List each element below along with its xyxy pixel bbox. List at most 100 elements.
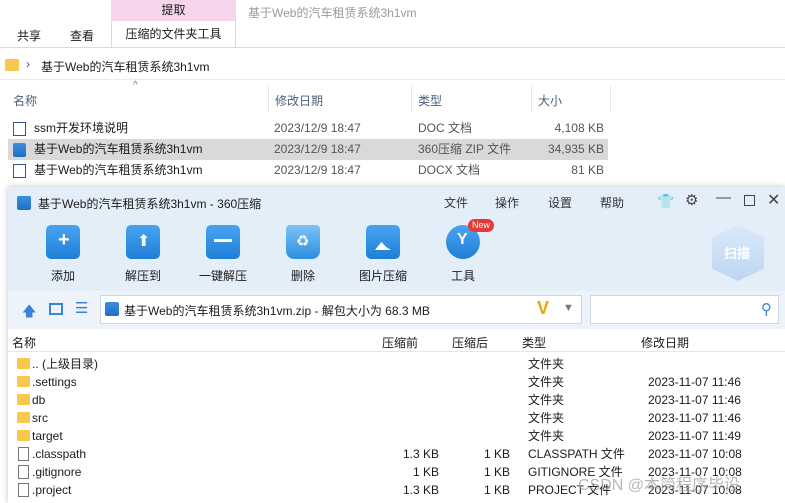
zip-archive-icon [13, 143, 26, 157]
file-name: 基于Web的汽车租赁系统3h1vm [34, 142, 203, 156]
gear-icon[interactable]: ⚙ [685, 191, 698, 209]
zip-cell-modified: 2023-11-07 11:49 [648, 429, 741, 443]
zip-path-text: 基于Web的汽车租赁系统3h1vm.zip - 解包大小为 68.3 MB [124, 304, 430, 318]
zip-folder-row[interactable]: src 文件夹 2023-11-07 11:46 [8, 409, 785, 427]
zip-folder-row[interactable]: .settings 文件夹 2023-11-07 11:46 [8, 373, 785, 391]
tool-label: 工具 [450, 269, 475, 283]
delete-icon: ♻ [286, 225, 320, 259]
zip-cell-type: 文件夹 [528, 429, 565, 443]
zip-cell-type: CLASSPATH 文件 [528, 447, 625, 461]
minimize-icon[interactable]: — [716, 189, 731, 206]
word-doc-icon [13, 122, 26, 136]
menu-help[interactable]: 帮助 [600, 194, 624, 211]
chevron-right-icon[interactable]: › [26, 57, 30, 71]
menu-settings[interactable]: 设置 [548, 194, 572, 211]
tool-label: 图片压缩 [358, 269, 407, 283]
up-arrow-icon[interactable]: 🡅 [22, 301, 36, 325]
zip-path-field[interactable]: 基于Web的汽车租赁系统3h1vm.zip - 解包大小为 68.3 MB V … [100, 295, 582, 324]
menu-operate[interactable]: 操作 [495, 194, 519, 211]
tool-label: 一键解压 [198, 269, 247, 283]
file-modified: 2023/12/9 18:47 [274, 142, 361, 156]
zip-cell-before: 1 KB [412, 465, 439, 479]
folder-icon [17, 394, 30, 405]
folder-icon [17, 412, 30, 423]
file-icon [18, 447, 29, 461]
tool-add-button[interactable]: + 添加 [30, 225, 96, 284]
menu-file[interactable]: 文件 [444, 194, 468, 211]
zip-search-input[interactable]: ⚲ [590, 295, 779, 324]
zip-cell-after: 1 KB [483, 483, 510, 497]
file-size: 4,108 KB [554, 121, 604, 135]
close-icon[interactable]: ✕ [767, 190, 780, 210]
image-compress-icon [366, 225, 400, 259]
zip-cell-after: 1 KB [483, 465, 510, 479]
zip-column-after[interactable]: 压缩后 [452, 334, 488, 351]
file-name: ssm开发环境说明 [34, 121, 128, 135]
file-row-selected[interactable]: 基于Web的汽车租赁系统3h1vm 2023/12/9 18:47 360压缩 … [8, 139, 608, 160]
zip-cell-type: 文件夹 [528, 393, 565, 407]
zip-file-icon [105, 302, 119, 316]
column-size[interactable]: 大小 [538, 92, 562, 109]
folder-icon [17, 430, 30, 441]
tool-extract-to-button[interactable]: ⬆ 解压到 [110, 225, 176, 284]
zip-folder-row[interactable]: target 文件夹 2023-11-07 11:49 [8, 427, 785, 445]
file-row[interactable]: 基于Web的汽车租赁系统3h1vm 2023/12/9 18:47 DOCX 文… [8, 160, 608, 181]
one-click-extract-icon [206, 225, 240, 259]
explorer-ribbon: 提取 基于Web的汽车租赁系统3h1vm 共享 查看 压缩的文件夹工具 [0, 0, 785, 48]
file-row[interactable]: ssm开发环境说明 2023/12/9 18:47 DOC 文档 4,108 K… [8, 118, 608, 139]
zip-file-row[interactable]: .classpath 1.3 KB 1 KB CLASSPATH 文件 2023-11-… [8, 445, 785, 463]
list-view-icon[interactable]: ☰ [75, 299, 88, 317]
tool-one-click-extract-button[interactable]: 一键解压 [190, 225, 256, 284]
column-divider[interactable] [531, 86, 532, 112]
column-divider[interactable] [411, 86, 412, 112]
zip-column-modified[interactable]: 修改日期 [641, 334, 689, 351]
zip-column-name[interactable]: 名称 [12, 334, 36, 351]
zip-column-before[interactable]: 压缩前 [382, 334, 418, 351]
zip-column-type[interactable]: 类型 [522, 334, 546, 351]
folder-icon [17, 376, 30, 387]
zip-cell-after: 1 KB [483, 447, 510, 461]
column-type[interactable]: 类型 [418, 92, 442, 109]
zip-window: 基于Web的汽车租赁系统3h1vm - 360压缩 文件 操作 设置 帮助 👕 … [8, 187, 785, 503]
address-bar[interactable]: › 基于Web的汽车租赁系统3h1vm [0, 52, 785, 80]
zip-folder-row[interactable]: .. (上级目录) 文件夹 [8, 355, 785, 373]
skin-shirt-icon[interactable]: 👕 [657, 193, 674, 210]
zip-cell-modified: 2023-11-07 10:08 [648, 447, 742, 461]
zip-cell-name: .classpath [32, 447, 87, 461]
ribbon-tab-compressed-folder-tools[interactable]: 压缩的文件夹工具 [111, 21, 236, 48]
sort-ascending-icon: ^ [133, 80, 138, 91]
address-path[interactable]: 基于Web的汽车租赁系统3h1vm [41, 58, 209, 75]
column-divider[interactable] [268, 86, 269, 112]
tool-tools-button[interactable]: Y New 工具 [430, 219, 496, 284]
column-divider[interactable] [610, 86, 611, 112]
column-modified[interactable]: 修改日期 [275, 92, 323, 109]
zip-cell-modified: 2023-11-07 11:46 [648, 411, 741, 425]
zip-cell-type: 文件夹 [528, 357, 565, 371]
tool-label: 解压到 [124, 269, 161, 283]
zip-folder-row[interactable]: db 文件夹 2023-11-07 11:46 [8, 391, 785, 409]
scan-button[interactable]: 扫描 [712, 225, 764, 281]
maximize-icon[interactable] [744, 195, 755, 206]
file-type: DOC 文档 [418, 121, 473, 135]
new-badge: New [468, 219, 495, 232]
file-name: 基于Web的汽车租赁系统3h1vm [34, 163, 203, 177]
zip-app-icon [17, 196, 31, 210]
tool-delete-button[interactable]: ♻ 删除 [270, 225, 336, 284]
thumbnail-view-icon[interactable] [49, 303, 63, 315]
add-icon: + [46, 225, 80, 259]
zip-cell-name: .settings [32, 375, 77, 389]
file-type: 360压缩 ZIP 文件 [418, 142, 512, 156]
v-plugin-icon[interactable]: V [537, 298, 549, 319]
column-name[interactable]: 名称 [13, 92, 37, 109]
zip-window-title: 基于Web的汽车租赁系统3h1vm - 360压缩 [38, 197, 262, 211]
ribbon-tab-share[interactable]: 共享 [17, 27, 41, 44]
zip-cell-before: 1.3 KB [402, 447, 439, 461]
ribbon-context-tab-extract[interactable]: 提取 [111, 0, 236, 21]
chevron-down-icon[interactable]: ▼ [563, 302, 574, 314]
search-icon[interactable]: ⚲ [761, 300, 772, 318]
file-modified: 2023/12/9 18:47 [274, 121, 361, 135]
zip-cell-name: target [32, 429, 63, 443]
ribbon-tab-view[interactable]: 查看 [70, 27, 94, 44]
zip-cell-modified: 2023-11-07 11:46 [648, 393, 741, 407]
tool-image-compress-button[interactable]: 图片压缩 [350, 225, 416, 284]
